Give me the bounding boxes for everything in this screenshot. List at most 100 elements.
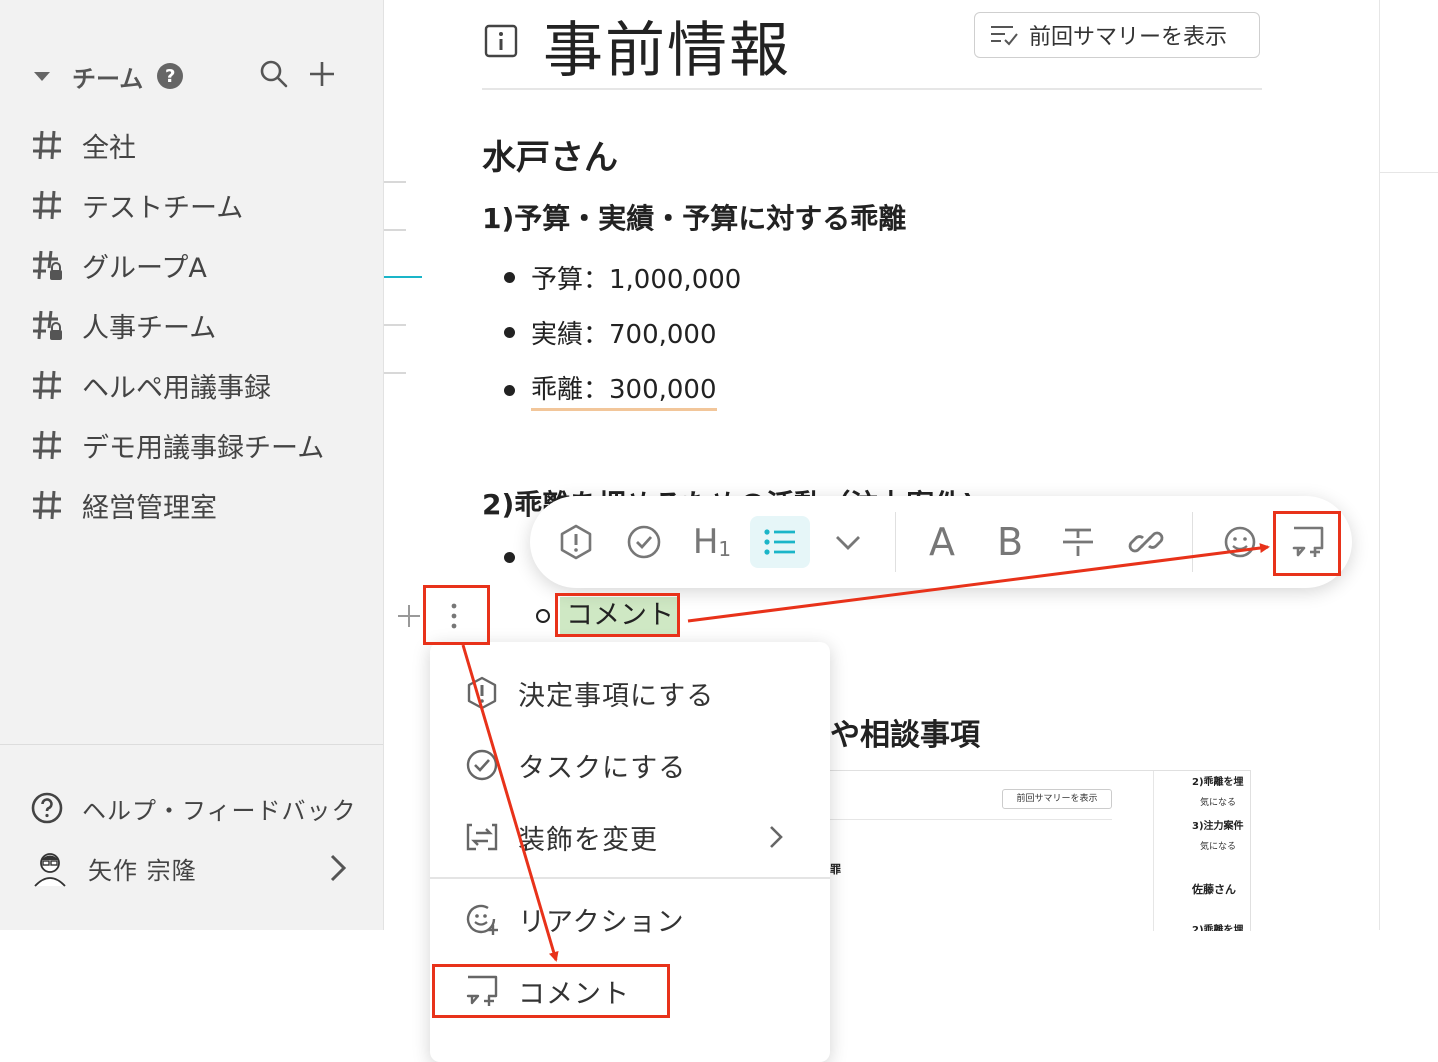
user-profile[interactable]: 矢作 宗隆 (30, 848, 350, 888)
list-item[interactable] (504, 552, 531, 563)
thumb-summary-button: 前回サマリーを表示 (1002, 789, 1112, 809)
hash-icon (33, 370, 61, 400)
format-toolbar: H 1 A B (530, 496, 1352, 588)
menu-item-label: 装飾を変更 (518, 824, 658, 856)
menu-item-change-style[interactable]: 装飾を変更 (464, 812, 814, 862)
strikethrough-icon (1063, 528, 1093, 556)
task-check-icon (627, 525, 661, 559)
hash-lock-icon (33, 310, 62, 340)
text-color-button[interactable]: A (916, 516, 968, 568)
add-block-icon[interactable] (397, 604, 421, 628)
help-icon[interactable]: ? (157, 63, 184, 89)
caret-down-icon[interactable] (34, 71, 50, 81)
more-styles-button[interactable] (822, 516, 874, 568)
bullet-list-icon (764, 529, 795, 555)
bullet-dot (504, 384, 515, 396)
hash-lock-icon (33, 250, 62, 280)
decision-button[interactable] (550, 516, 602, 568)
user-name: 矢作 宗隆 (88, 856, 197, 885)
thumb-line: 3)注力案件 (1192, 821, 1244, 832)
channel-zensha[interactable]: 全社 (30, 125, 360, 165)
menu-item-reaction[interactable]: リアクション (464, 894, 814, 944)
chevron-right-icon[interactable] (328, 853, 348, 883)
toolbar-separator (1192, 512, 1193, 572)
channel-test-team[interactable]: テストチーム (30, 185, 360, 225)
list-item[interactable]: 乖離：300,000 (504, 369, 717, 411)
menu-divider (430, 877, 830, 879)
team-label: チーム (72, 64, 144, 93)
task-button[interactable] (618, 516, 670, 568)
help-feedback-link[interactable]: ヘルプ・フィードバック (30, 788, 357, 828)
show-previous-summary-button[interactable]: 前回サマリーを表示 (974, 12, 1260, 58)
channel-management[interactable]: 経営管理室 (30, 485, 360, 525)
toc-marker[interactable] (384, 181, 406, 183)
add-icon[interactable] (306, 58, 338, 90)
toc-marker[interactable] (384, 229, 406, 231)
link-button[interactable] (1120, 516, 1172, 568)
reaction-icon (466, 904, 498, 935)
channel-label: グループA (82, 252, 207, 284)
document-thumbnail[interactable]: 前回サマリーを表示 罪 2)乖離を埋 気になる 3)注力案件 気になる 佐藤さん… (830, 770, 1251, 931)
info-icon (484, 24, 518, 58)
thumb-text-fragment: 罪 (830, 863, 841, 876)
decision-icon (467, 676, 497, 710)
bullet-dot (504, 327, 515, 338)
thumb-line: 2)乖離を埋 (1192, 777, 1244, 788)
menu-item-make-decision[interactable]: 決定事項にする (464, 668, 814, 718)
annotation-box-kebab (423, 585, 490, 645)
annotation-box-comment-button (1273, 511, 1341, 576)
section-heading[interactable]: 1)予算・実績・予算に対する乖離 (482, 197, 906, 237)
channel-label: 全社 (82, 132, 136, 164)
chevron-right-icon (770, 826, 783, 848)
channel-group-a[interactable]: グループA (30, 245, 360, 285)
title-divider (482, 88, 1262, 90)
hash-icon (33, 490, 61, 520)
help-feedback-label: ヘルプ・フィードバック (82, 796, 357, 825)
bold-icon: B (996, 520, 1024, 564)
channel-label: デモ用議事録チーム (82, 432, 325, 464)
channel-helpe-minutes[interactable]: ヘルペ用議事録 (30, 365, 360, 405)
list-item-text: 乖離：300,000 (531, 369, 717, 411)
convert-icon (466, 823, 498, 851)
menu-item-label: タスクにする (518, 752, 687, 784)
hash-icon (33, 430, 61, 460)
toc-marker[interactable] (384, 372, 406, 374)
emoji-icon (1224, 526, 1256, 558)
thumb-divider (1153, 771, 1154, 931)
toolbar-separator (895, 512, 896, 572)
thumb-line: 気になる (1200, 842, 1237, 852)
heading1-icon: H (692, 522, 719, 562)
list-item[interactable]: 予算：1,000,000 (504, 259, 741, 296)
list-item-text: 予算：1,000,000 (531, 265, 742, 295)
hash-icon (33, 130, 61, 160)
menu-item-make-task[interactable]: タスクにする (464, 740, 814, 790)
link-icon (1128, 531, 1164, 553)
bullet-list-button[interactable] (750, 516, 810, 568)
strikethrough-button[interactable] (1052, 516, 1104, 568)
channel-label: テストチーム (82, 192, 244, 224)
task-check-icon (466, 749, 498, 781)
bullet-dot (504, 272, 515, 283)
right-panel-border (1379, 0, 1380, 930)
channel-hr-team[interactable]: 人事チーム (30, 305, 360, 345)
summary-list-icon (991, 26, 1018, 46)
bold-button[interactable]: B (984, 516, 1036, 568)
list-item[interactable]: 実績：700,000 (504, 314, 717, 351)
menu-item-label: 決定事項にする (518, 680, 715, 712)
decision-icon (560, 524, 592, 560)
thumb-rule (830, 819, 1112, 820)
emoji-button[interactable] (1214, 516, 1266, 568)
avatar (34, 853, 66, 887)
channel-demo-minutes[interactable]: デモ用議事録チーム (30, 425, 360, 465)
page-title: 事前情報 (543, 16, 791, 86)
person-heading[interactable]: 水戸さん (482, 130, 618, 179)
search-icon[interactable] (258, 58, 290, 90)
annotation-box-selection (555, 593, 680, 637)
toc-marker[interactable] (384, 324, 406, 326)
section-heading-partial[interactable]: や相談事項 (830, 710, 980, 754)
heading1-button[interactable]: H 1 (686, 516, 738, 568)
team-section-header[interactable]: チーム ? (34, 56, 344, 96)
toc-marker-active[interactable] (384, 276, 422, 278)
channel-label: ヘルペ用議事録 (82, 372, 271, 404)
text-color-icon: A (929, 520, 955, 564)
